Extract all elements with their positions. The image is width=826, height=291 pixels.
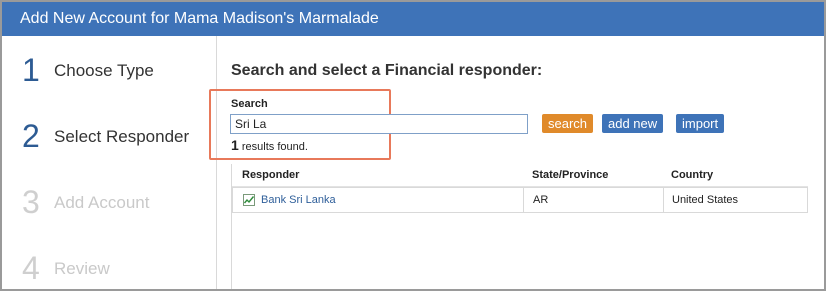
column-header-country[interactable]: Country xyxy=(671,164,713,186)
state-cell: AR xyxy=(533,194,549,206)
search-input[interactable] xyxy=(230,114,528,134)
window-title: Add New Account for Mama Madison's Marma… xyxy=(2,2,824,36)
country-cell: United States xyxy=(672,194,739,206)
bank-icon xyxy=(243,194,255,207)
results-count: 1 xyxy=(231,137,239,153)
page-heading: Search and select a Financial responder: xyxy=(231,62,543,79)
results-summary: 1 results found. xyxy=(231,137,308,153)
main-panel: Search and select a Financial responder:… xyxy=(209,36,824,289)
search-label: Search xyxy=(231,98,268,110)
step-add-account: 3 Add Account xyxy=(22,184,149,221)
step-select-responder[interactable]: 2 Select Responder xyxy=(22,118,189,155)
column-header-responder[interactable]: Responder xyxy=(242,164,299,186)
responder-table: Responder State/Province Country Bank Sr… xyxy=(231,164,808,289)
table-header: Responder State/Province Country xyxy=(232,164,808,187)
step-number: 4 xyxy=(22,250,40,286)
step-label: Select Responder xyxy=(54,126,190,146)
column-header-state[interactable]: State/Province xyxy=(532,164,608,186)
results-text: results found. xyxy=(241,141,308,153)
steps-sidebar: 1 Choose Type 2 Select Responder 3 Add A… xyxy=(2,36,217,289)
step-label: Choose Type xyxy=(54,60,154,80)
import-button[interactable]: import xyxy=(676,114,725,133)
column-divider xyxy=(663,188,664,212)
table-row[interactable]: Bank Sri Lanka AR United States xyxy=(232,187,808,213)
add-new-button[interactable]: add new xyxy=(602,114,664,133)
step-choose-type[interactable]: 1 Choose Type xyxy=(22,52,154,89)
step-number: 1 xyxy=(22,52,40,88)
step-review: 4 Review xyxy=(22,250,110,287)
step-label: Review xyxy=(54,258,110,278)
search-button[interactable]: search xyxy=(542,114,594,133)
responder-cell[interactable]: Bank Sri Lanka xyxy=(243,188,336,212)
step-number: 2 xyxy=(22,118,40,154)
step-number: 3 xyxy=(22,184,40,220)
responder-link[interactable]: Bank Sri Lanka xyxy=(261,194,336,206)
add-account-window: Add New Account for Mama Madison's Marma… xyxy=(0,0,826,291)
step-label: Add Account xyxy=(54,192,150,212)
column-divider xyxy=(523,188,524,212)
